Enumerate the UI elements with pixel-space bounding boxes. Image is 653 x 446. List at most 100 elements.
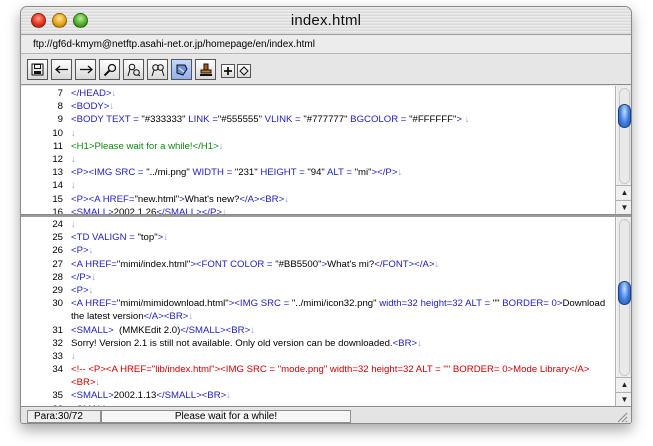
line-number: 15 <box>52 193 63 205</box>
code-line[interactable]: 25 <TD VALIGN = "top">↓ <box>21 231 615 244</box>
code-line[interactable]: 31 <SMALL> (MMKEdit 2.0)</SMALL><BR>↓ <box>21 324 615 337</box>
code-line[interactable]: 29 <P>↓ <box>21 284 615 297</box>
line-number: 16 <box>52 206 63 214</box>
bottom-code-lines[interactable]: 24 ↓ 25 <TD VALIGN = "top">↓ 26 <P>↓ 27 <A HREF… <box>21 218 615 406</box>
toolbar <box>21 55 631 85</box>
code-line[interactable]: 35 <SMALL>2002.1.13</SMALL><BR>↓ <box>21 389 615 402</box>
bottom-editor-pane[interactable]: 24 ↓ 25 <TD VALIGN = "top">↓ 26 <P>↓ 27 <A HREF… <box>21 217 631 407</box>
code-line[interactable]: 16 <SMALL>2002.1.26</SMALL></P>↓ <box>21 206 615 214</box>
line-code[interactable]: <A HREF="mimi/mimidownload.html"><IMG SR… <box>71 297 611 323</box>
collapse-icon <box>239 66 249 76</box>
line-number: 31 <box>52 324 63 336</box>
line-number: 25 <box>52 232 63 244</box>
code-line[interactable]: 34 <!-- <P><A HREF="lib/index.html"><IMG … <box>21 363 615 389</box>
line-code[interactable]: <TD VALIGN = "top">↓ <box>71 231 611 244</box>
status-message: Please wait for a while! <box>101 410 351 423</box>
line-code[interactable]: <P><A HREF="new.html">What's new?</A><BR… <box>71 193 611 206</box>
line-code[interactable]: </HEAD>↓ <box>71 87 611 100</box>
code-line[interactable]: 24 ↓ <box>21 218 615 231</box>
paragraph-indicator: Para:30/72 <box>27 410 101 423</box>
line-code[interactable]: ↓ <box>71 179 611 192</box>
file-path: ftp://gf6d-kmym@netftp.asahi-net.or.jp/h… <box>21 36 631 54</box>
line-number: 13 <box>52 167 63 179</box>
code-line[interactable]: 27 <A HREF="mimi/index.html"><FONT COLOR … <box>21 258 615 271</box>
line-code[interactable]: Sorry! Version 2.1 is still not availabl… <box>71 337 611 350</box>
line-code[interactable]: <SMALL>2002.1.26</SMALL></P>↓ <box>71 206 611 214</box>
line-number: 36 <box>21 403 63 406</box>
expand-button[interactable] <box>221 64 235 78</box>
title-bar[interactable]: index.html <box>21 7 631 35</box>
line-code[interactable]: <!-- <P><A HREF="lib/index.html"><IMG SR… <box>71 363 611 389</box>
undo-icon <box>54 65 68 73</box>
line-number: 10 <box>52 127 63 139</box>
line-code[interactable]: ↓ <box>71 153 611 166</box>
code-line[interactable]: 33 ↓ <box>21 350 615 363</box>
expand-icon <box>224 67 232 75</box>
code-line[interactable]: 7 </HEAD>↓ <box>21 87 615 100</box>
link-button[interactable] <box>171 59 192 80</box>
code-line[interactable]: 13 <P><IMG SRC = "../mi.png" WIDTH = "231… <box>21 166 615 179</box>
find-button[interactable] <box>99 59 120 80</box>
line-code[interactable]: <P>↓ <box>71 244 611 257</box>
line-code[interactable]: <SMALL>↓ <box>71 403 611 406</box>
line-code[interactable]: <P><IMG SRC = "../mi.png" WIDTH = "231" … <box>71 166 611 179</box>
code-line[interactable]: 10 ↓ <box>21 127 615 140</box>
save-icon <box>31 63 44 76</box>
bottom-scroll-down-arrow[interactable]: ▼ <box>616 392 631 406</box>
code-line[interactable]: 36 <SMALL>↓ <box>21 403 615 406</box>
collapse-button[interactable] <box>237 64 251 78</box>
code-line[interactable]: 12 ↓ <box>21 153 615 166</box>
line-number: 28 <box>52 271 63 283</box>
line-code[interactable]: ↓ <box>71 127 611 140</box>
line-code[interactable]: <A HREF="mimi/index.html"><FONT COLOR = … <box>71 258 611 271</box>
bottom-scroll-thumb[interactable] <box>618 281 631 305</box>
stamp-icon <box>199 63 212 76</box>
undo-button[interactable] <box>51 59 72 80</box>
resize-grip-icon[interactable] <box>616 411 628 423</box>
top-scroll-up-arrow[interactable]: ▲ <box>616 185 631 199</box>
line-number: 11 <box>53 140 63 152</box>
redo-icon <box>79 65 93 73</box>
line-number: 9 <box>57 114 63 126</box>
top-scroll-down-arrow[interactable]: ▼ <box>616 200 631 214</box>
line-code[interactable]: <BODY TEXT = "#333333" LINK ="#555555" V… <box>71 113 611 126</box>
code-line[interactable]: 26 <P>↓ <box>21 244 615 257</box>
line-number: 32 <box>52 337 63 349</box>
line-number: 7 <box>57 88 63 99</box>
line-code[interactable]: <SMALL>2002.1.13</SMALL><BR>↓ <box>71 389 611 402</box>
top-editor-pane[interactable]: 7 </HEAD>↓ 8 <BODY>↓ 9 <BODY TEXT = "#333333"… <box>21 86 631 215</box>
line-number: 12 <box>52 153 63 165</box>
line-code[interactable]: ↓ <box>71 350 611 363</box>
code-line[interactable]: 32 Sorry! Version 2.1 is still not availa… <box>21 337 615 350</box>
line-code[interactable]: <H1>Please wait for a while!</H1>↓ <box>71 140 611 153</box>
window-title: index.html <box>290 12 362 29</box>
top-scroll-track[interactable] <box>619 88 630 184</box>
top-code-lines[interactable]: 7 </HEAD>↓ 8 <BODY>↓ 9 <BODY TEXT = "#333333"… <box>21 87 615 214</box>
bottom-vertical-scrollbar[interactable]: ▲ ▼ <box>615 217 631 406</box>
line-number: 34 <box>52 364 63 376</box>
code-line[interactable]: 28 </P>↓ <box>21 271 615 284</box>
replace-button[interactable] <box>123 59 144 80</box>
code-line[interactable]: 11 <H1>Please wait for a while!</H1>↓ <box>21 140 615 153</box>
save-button[interactable] <box>27 59 48 80</box>
code-line[interactable]: 8 <BODY>↓ <box>21 100 615 113</box>
line-code[interactable]: <SMALL> (MMKEdit 2.0)</SMALL><BR>↓ <box>71 324 611 337</box>
top-scroll-thumb[interactable] <box>618 104 631 128</box>
code-line[interactable]: 15 <P><A HREF="new.html">What's new?</A><… <box>21 193 615 206</box>
replace-all-button[interactable] <box>147 59 168 80</box>
line-code[interactable]: <P>↓ <box>71 284 611 297</box>
line-code[interactable]: <BODY>↓ <box>71 100 611 113</box>
code-line[interactable]: 14 ↓ <box>21 179 615 192</box>
find-icon <box>103 63 116 76</box>
redo-button[interactable] <box>75 59 96 80</box>
bottom-scroll-up-arrow[interactable]: ▲ <box>616 377 631 391</box>
line-code[interactable]: </P>↓ <box>71 271 611 284</box>
status-bar: Para:30/72 Please wait for a while! <box>21 408 631 423</box>
line-code[interactable]: ↓ <box>71 218 611 231</box>
top-vertical-scrollbar[interactable]: ▲ ▼ <box>615 86 631 214</box>
stamp-button[interactable] <box>195 59 216 80</box>
line-number: 35 <box>52 390 63 402</box>
link-icon <box>176 64 188 76</box>
code-line[interactable]: 30 <A HREF="mimi/mimidownload.html"><IMG … <box>21 297 615 323</box>
code-line[interactable]: 9 <BODY TEXT = "#333333" LINK ="#555555" … <box>21 113 615 126</box>
